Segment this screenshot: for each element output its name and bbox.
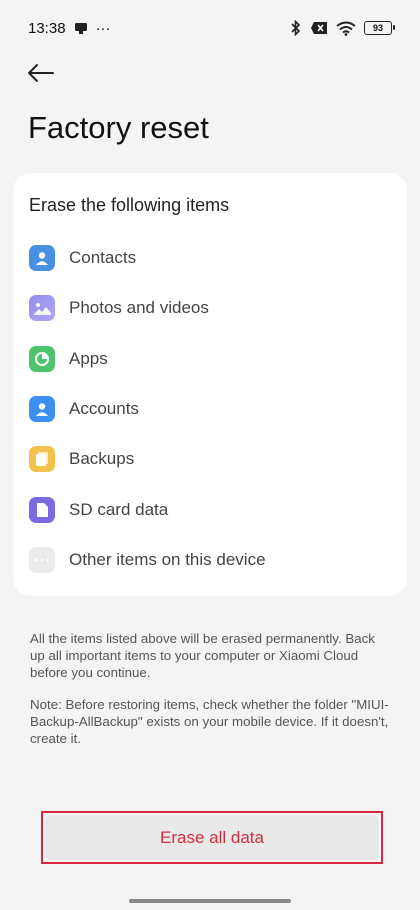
bluetooth-icon [290,20,302,36]
list-item-contacts: Contacts [29,233,389,283]
item-label: Apps [69,348,108,368]
item-label: Other items on this device [69,549,266,569]
list-item-apps: Apps [29,334,389,384]
notification-app-icon [74,21,88,35]
accounts-icon [29,396,55,423]
photos-icon [29,295,55,322]
list-item-photos: Photos and videos [29,283,389,333]
status-time: 13:38 [28,19,66,37]
list-item-sd-card: SD card data [29,484,389,534]
card-title: Erase the following items [29,195,230,215]
sd-card-icon [29,496,55,523]
list-item-backups: Backups [29,434,389,484]
contacts-icon [29,245,55,272]
home-indicator[interactable] [129,899,291,903]
no-sim-icon [310,21,328,35]
erase-items-list: Contacts Photos and videos Apps Accounts [29,233,389,585]
backups-icon [29,446,55,473]
page-title: Factory reset [28,110,209,145]
restore-note-text: Note: Before restoring items, check whet… [30,697,389,746]
list-item-other: Other items on this device [29,535,389,585]
item-label: Photos and videos [69,298,209,318]
list-item-accounts: Accounts [29,384,389,434]
item-label: Accounts [69,399,139,419]
item-label: Contacts [69,248,137,268]
apps-icon [29,345,55,372]
wifi-icon [336,21,356,36]
more-notifications-indicator: ··· [95,19,111,37]
item-label: SD card data [69,499,169,519]
erase-items-card: Erase the following items Contacts Photo… [13,173,407,596]
battery-icon: 93 [364,21,395,35]
back-button[interactable] [26,60,58,86]
status-bar: 13:38 ··· 93 [0,0,420,56]
back-arrow-icon [28,64,54,82]
erase-warning-text: All the items listed above will be erase… [30,631,375,680]
item-label: Backups [69,449,135,469]
erase-all-data-button[interactable]: Erase all data [45,815,379,860]
more-icon [29,546,55,573]
